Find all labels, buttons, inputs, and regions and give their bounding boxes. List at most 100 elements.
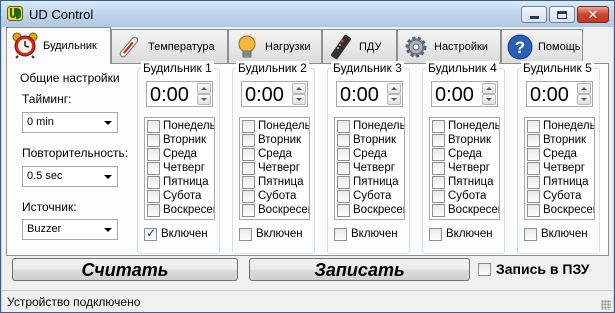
weekday-checkbox[interactable]	[432, 148, 445, 161]
weekday-item[interactable]: Среда	[337, 148, 404, 161]
alarm-time-input[interactable]: 0:00	[526, 81, 593, 107]
weekday-item[interactable]: Воскресень	[432, 204, 499, 217]
read-button[interactable]: Считать	[12, 258, 238, 281]
weekday-item[interactable]: Воскресень	[147, 204, 214, 217]
weekday-checkbox[interactable]	[147, 134, 160, 147]
weekday-checkbox[interactable]	[242, 120, 255, 133]
spin-down-button[interactable]	[197, 94, 211, 105]
weekday-checkbox[interactable]	[147, 148, 160, 161]
weekday-item[interactable]: Вторник	[432, 134, 499, 147]
spin-down-button[interactable]	[292, 94, 306, 105]
spin-up-button[interactable]	[482, 83, 496, 94]
weekday-item[interactable]: Четверг	[242, 162, 309, 175]
alarm-time-input[interactable]: 0:00	[146, 81, 213, 107]
weekday-item[interactable]: Вторник	[242, 134, 309, 147]
weekday-checkbox[interactable]	[337, 134, 350, 147]
weekday-item[interactable]: Пятница	[242, 176, 309, 189]
weekday-item[interactable]: Пятница	[337, 176, 404, 189]
weekday-checkbox[interactable]	[147, 190, 160, 203]
alarm-enable-checkbox[interactable]	[334, 228, 347, 241]
alarm-time-input[interactable]: 0:00	[336, 81, 403, 107]
close-button[interactable]: ✕	[577, 6, 609, 23]
weekday-checkbox[interactable]	[432, 162, 445, 175]
weekday-checkbox[interactable]	[527, 190, 540, 203]
weekday-item[interactable]: Среда	[242, 148, 309, 161]
weekday-item[interactable]: Среда	[527, 148, 594, 161]
weekday-checkbox[interactable]	[242, 176, 255, 189]
weekday-item[interactable]: Понедельн	[242, 120, 309, 133]
weekday-item[interactable]: Пятница	[147, 176, 214, 189]
weekday-checkbox[interactable]	[147, 176, 160, 189]
resize-grip-icon[interactable]	[601, 300, 611, 310]
tab-temperature[interactable]: Температура	[111, 29, 228, 63]
weekday-item[interactable]: Вторник	[337, 134, 404, 147]
weekday-item[interactable]: Субота	[432, 190, 499, 203]
weekday-item[interactable]: Четверг	[147, 162, 214, 175]
weekday-item[interactable]: Воскресень	[337, 204, 404, 217]
alarm-time-input[interactable]: 0:00	[431, 81, 498, 107]
weekday-checkbox[interactable]	[242, 162, 255, 175]
spin-up-button[interactable]	[292, 83, 306, 94]
weekday-item[interactable]: Пятница	[432, 176, 499, 189]
tab-settings[interactable]: Настройки	[397, 29, 501, 63]
spin-down-button[interactable]	[387, 94, 401, 105]
weekday-checkbox[interactable]	[432, 120, 445, 133]
tab-alarm[interactable]: Будильник	[6, 27, 111, 64]
tab-loads[interactable]: Нагрузки	[228, 29, 322, 63]
weekday-item[interactable]: Субота	[242, 190, 309, 203]
weekday-checkbox[interactable]	[337, 162, 350, 175]
weekday-checkbox[interactable]	[527, 162, 540, 175]
minimize-button[interactable]	[521, 6, 547, 23]
weekday-checkbox[interactable]	[432, 190, 445, 203]
weekday-checkbox[interactable]	[527, 148, 540, 161]
weekday-checkbox[interactable]	[432, 134, 445, 147]
timing-select[interactable]: 0 min	[22, 112, 118, 133]
weekday-item[interactable]: Понедельн	[432, 120, 499, 133]
weekday-item[interactable]: Четверг	[337, 162, 404, 175]
weekday-checkbox[interactable]	[337, 176, 350, 189]
spin-down-button[interactable]	[482, 94, 496, 105]
weekday-item[interactable]: Четверг	[527, 162, 594, 175]
weekday-item[interactable]: Субота	[527, 190, 594, 203]
write-button[interactable]: Записать	[249, 258, 470, 281]
alarm-enable-checkbox[interactable]	[144, 226, 157, 241]
weekday-item[interactable]: Понедельн	[527, 120, 594, 133]
weekday-item[interactable]: Субота	[337, 190, 404, 203]
weekday-checkbox[interactable]	[337, 204, 350, 217]
weekday-item[interactable]: Среда	[432, 148, 499, 161]
weekday-checkbox[interactable]	[242, 190, 255, 203]
weekday-checkbox[interactable]	[432, 176, 445, 189]
weekday-checkbox[interactable]	[527, 204, 540, 217]
maximize-button[interactable]	[549, 6, 575, 23]
weekday-item[interactable]: Воскресень	[527, 204, 594, 217]
spin-down-button[interactable]	[577, 94, 591, 105]
weekday-checkbox[interactable]	[242, 134, 255, 147]
title-bar[interactable]: UD Control ✕	[1, 1, 614, 27]
weekday-item[interactable]: Пятница	[527, 176, 594, 189]
source-select[interactable]: Buzzer	[22, 219, 118, 240]
weekday-checkbox[interactable]	[242, 148, 255, 161]
weekday-checkbox[interactable]	[147, 120, 160, 133]
alarm-enable-checkbox[interactable]	[239, 228, 252, 241]
weekday-item[interactable]: Понедельн	[337, 120, 404, 133]
weekday-checkbox[interactable]	[527, 134, 540, 147]
rom-write-checkbox[interactable]	[478, 263, 491, 276]
weekday-checkbox[interactable]	[242, 204, 255, 217]
weekday-item[interactable]: Воскресень	[242, 204, 309, 217]
tab-remote[interactable]: ПДУ	[322, 29, 397, 63]
weekday-checkbox[interactable]	[337, 148, 350, 161]
spin-up-button[interactable]	[197, 83, 211, 94]
alarm-time-input[interactable]: 0:00	[241, 81, 308, 107]
weekday-item[interactable]: Субота	[147, 190, 214, 203]
weekday-checkbox[interactable]	[432, 204, 445, 217]
weekday-item[interactable]: Четверг	[432, 162, 499, 175]
spin-up-button[interactable]	[387, 83, 401, 94]
alarm-enable-checkbox[interactable]	[429, 228, 442, 241]
alarm-enable-checkbox[interactable]	[524, 228, 537, 241]
weekday-checkbox[interactable]	[337, 190, 350, 203]
weekday-checkbox[interactable]	[147, 204, 160, 217]
weekday-checkbox[interactable]	[527, 120, 540, 133]
weekday-item[interactable]: Вторник	[147, 134, 214, 147]
tab-help[interactable]: ? Помощь	[501, 29, 583, 63]
weekday-checkbox[interactable]	[527, 176, 540, 189]
